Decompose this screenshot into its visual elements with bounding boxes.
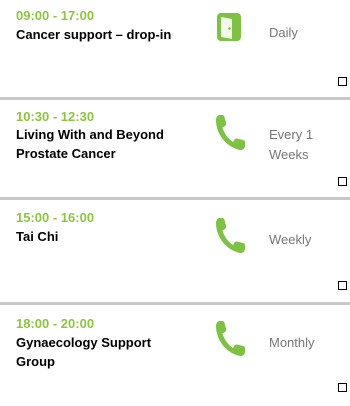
divider bbox=[0, 302, 350, 305]
event-title[interactable]: Tai Chi bbox=[16, 227, 186, 246]
phone-icon[interactable] bbox=[214, 215, 246, 255]
event-checkbox[interactable] bbox=[338, 383, 347, 392]
event-checkbox[interactable] bbox=[338, 77, 347, 86]
phone-icon[interactable] bbox=[214, 112, 246, 152]
divider bbox=[0, 197, 350, 200]
event-time: 09:00 - 17:00 bbox=[16, 8, 95, 23]
event-time: 15:00 - 16:00 bbox=[16, 210, 95, 225]
event-title[interactable]: Cancer support – drop-in bbox=[16, 25, 186, 44]
event-checkbox[interactable] bbox=[338, 281, 347, 290]
event-title[interactable]: Living With and Beyond Prostate Cancer bbox=[16, 125, 186, 163]
event-frequency: Every 1 Weeks bbox=[269, 127, 314, 162]
event-title[interactable]: Gynaecology Support Group bbox=[16, 333, 186, 371]
divider bbox=[0, 97, 350, 100]
event-checkbox[interactable] bbox=[338, 177, 347, 186]
phone-icon[interactable] bbox=[214, 318, 246, 358]
event-frequency: Monthly bbox=[269, 335, 315, 350]
door-icon bbox=[216, 12, 248, 52]
event-frequency: Weekly bbox=[269, 232, 312, 247]
event-frequency: Daily bbox=[269, 25, 298, 40]
event-time: 18:00 - 20:00 bbox=[16, 316, 95, 331]
event-time: 10:30 - 12:30 bbox=[16, 109, 95, 124]
